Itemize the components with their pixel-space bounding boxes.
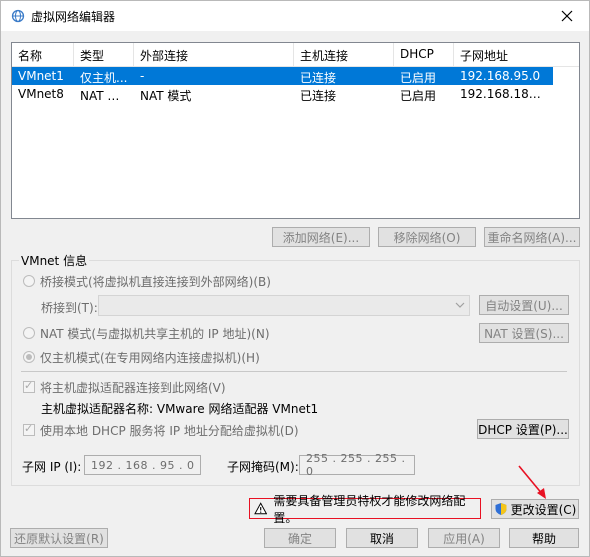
cell-subnet: 192.168.187.0	[460, 87, 548, 101]
cell-type: 仅主机...	[74, 67, 134, 85]
restore-defaults-button[interactable]: 还原默认设置(R)	[10, 528, 108, 548]
cell-host: 已连接	[300, 89, 337, 103]
nat-mode-radio[interactable]	[23, 327, 35, 339]
bridge-mode-label: 桥接模式(将虚拟机直接连接到外部网络)(B)	[40, 275, 271, 289]
column-header-host[interactable]: 主机连接	[294, 43, 394, 66]
window-title: 虚拟网络编辑器	[31, 10, 116, 24]
bridge-mode-radio[interactable]	[23, 275, 35, 287]
use-dhcp-label: 使用本地 DHCP 服务将 IP 地址分配给虚拟机(D)	[40, 424, 299, 438]
auto-settings-button[interactable]: 自动设置(U)...	[479, 295, 569, 315]
cell-dhcp: 已启用	[394, 67, 454, 85]
cell-external: NAT 模式	[140, 89, 192, 103]
title-bar: 虚拟网络编辑器	[1, 1, 589, 31]
bridge-to-select[interactable]	[98, 295, 470, 316]
annotation-arrow-icon	[518, 465, 546, 499]
host-only-label: 仅主机模式(在专用网络内连接虚拟机)(H)	[40, 351, 260, 365]
virtual-network-editor-window: 虚拟网络编辑器 名称 类型 外部连接 主机连接 DHCP 子网地址 VMnet1…	[0, 0, 590, 557]
connect-adapter-label: 将主机虚拟适配器连接到此网络(V)	[40, 381, 226, 395]
list-header: 名称 类型 外部连接 主机连接 DHCP 子网地址	[12, 43, 579, 67]
nat-settings-button[interactable]: NAT 设置(S)...	[479, 323, 569, 343]
cell-name: VMnet1	[12, 67, 74, 85]
cell-name: VMnet8	[18, 87, 64, 101]
chevron-down-icon	[455, 302, 465, 308]
column-header-external[interactable]: 外部连接	[134, 43, 294, 66]
column-header-subnet[interactable]: 子网地址	[454, 43, 550, 66]
warning-icon	[254, 502, 268, 515]
cell-type: NAT 模式	[80, 89, 132, 103]
apply-button[interactable]: 应用(A)	[428, 528, 500, 548]
vmnet-info-title: VMnet 信息	[19, 252, 90, 269]
rename-network-button[interactable]: 重命名网络(A)...	[484, 227, 580, 247]
table-row[interactable]: VMnet8 NAT 模式 NAT 模式 已连接 已启用 192.168.187…	[12, 85, 579, 103]
host-only-radio[interactable]	[23, 351, 35, 363]
cancel-button[interactable]: 取消	[346, 528, 418, 548]
close-icon	[561, 10, 573, 22]
network-editor-icon	[11, 9, 25, 23]
cell-host: 已连接	[294, 67, 394, 85]
cell-dhcp: 已启用	[400, 89, 437, 103]
column-header-dhcp[interactable]: DHCP	[394, 43, 454, 66]
add-network-button[interactable]: 添加网络(E)...	[272, 227, 370, 247]
nat-mode-label: NAT 模式(与虚拟机共享主机的 IP 地址)(N)	[40, 327, 270, 341]
cell-external: -	[134, 67, 294, 85]
change-settings-label: 更改设置(C)	[510, 502, 577, 517]
vmnet-info-group	[11, 260, 580, 486]
subnet-mask-label: 子网掩码(M):	[227, 460, 299, 474]
subnet-ip-label: 子网 IP (I):	[22, 460, 82, 474]
connect-adapter-checkbox[interactable]	[23, 379, 35, 393]
table-row[interactable]: VMnet1 仅主机... - 已连接 已启用 192.168.95.0	[12, 67, 553, 85]
uac-shield-icon	[495, 503, 507, 515]
subnet-ip-input[interactable]: 192 . 168 . 95 . 0	[84, 455, 201, 475]
remove-network-button[interactable]: 移除网络(O)	[378, 227, 476, 247]
cell-subnet: 192.168.95.0	[454, 67, 550, 85]
adapter-name-text: 主机虚拟适配器名称: VMware 网络适配器 VMnet1	[41, 402, 319, 416]
network-list[interactable]: 名称 类型 外部连接 主机连接 DHCP 子网地址 VMnet1 仅主机... …	[11, 42, 580, 219]
dhcp-settings-button[interactable]: DHCP 设置(P)...	[477, 419, 569, 439]
divider	[21, 371, 567, 372]
subnet-mask-input[interactable]: 255 . 255 . 255 . 0	[299, 452, 415, 478]
help-button[interactable]: 帮助	[509, 528, 579, 548]
column-header-name[interactable]: 名称	[12, 43, 74, 66]
close-button[interactable]	[545, 1, 589, 31]
change-settings-button[interactable]: 更改设置(C)	[491, 499, 579, 519]
admin-warning-text: 需要具备管理员特权才能修改网络配置。	[273, 493, 466, 525]
column-header-type[interactable]: 类型	[74, 43, 134, 66]
admin-warning: 需要具备管理员特权才能修改网络配置。	[249, 494, 481, 525]
use-dhcp-checkbox[interactable]	[23, 422, 35, 436]
ok-button[interactable]: 确定	[264, 528, 336, 548]
bridge-to-label: 桥接到(T):	[41, 301, 98, 315]
